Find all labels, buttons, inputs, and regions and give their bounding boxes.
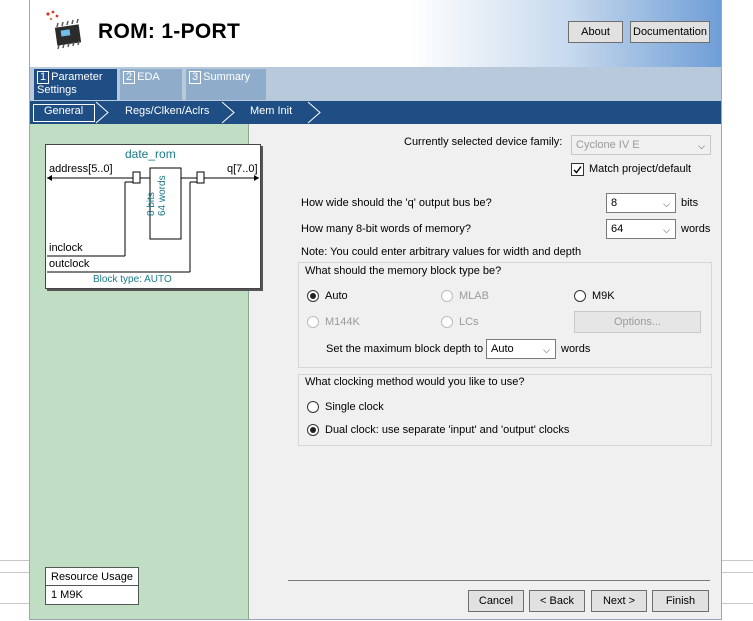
width-select[interactable]: 8 ⌵: [606, 193, 676, 213]
radio-lcs-label: LCs: [459, 316, 479, 328]
block-depth-unit: words: [561, 343, 591, 355]
chevron-down-icon: ⌵: [698, 141, 705, 151]
tab-strip: 1 Parameter Settings 2 EDA 3 Summary: [30, 67, 721, 101]
match-project-checkbox[interactable]: [571, 163, 584, 176]
about-button[interactable]: About: [568, 21, 623, 43]
radio-dual-clock[interactable]: [307, 424, 319, 436]
diagram-words: 64 words: [157, 175, 168, 216]
words-value: 64: [611, 223, 624, 235]
next-button[interactable]: Next >: [591, 590, 647, 612]
subtab-general[interactable]: General: [44, 105, 83, 117]
chevron-right-icon: [221, 101, 235, 124]
match-project-label: Match project/default: [589, 163, 692, 175]
radio-m144k-label: M144K: [325, 316, 360, 328]
documentation-button[interactable]: Documentation: [630, 21, 710, 43]
tab-eda[interactable]: 2 EDA: [120, 69, 182, 100]
rom-block-diagram: date_rom address[5..0] q[7..0] 8 bits 64…: [45, 144, 263, 291]
subtab-mem-init[interactable]: Mem Init: [250, 105, 292, 117]
width-unit: bits: [681, 197, 699, 209]
diagram-size-label: 8 bits 64 words: [146, 175, 168, 216]
diagram-q-port: q[7..0]: [227, 163, 258, 175]
resource-usage-box: Resource Usage 1 M9K: [45, 567, 139, 605]
tab-number: 1: [37, 71, 50, 84]
cancel-button[interactable]: Cancel: [468, 590, 524, 612]
tab-label: Summary: [203, 71, 251, 83]
radio-dual-clock-label: Dual clock: use separate 'input' and 'ou…: [325, 424, 570, 436]
tab-parameter-settings[interactable]: 1 Parameter Settings: [34, 69, 117, 100]
footer-divider: [288, 580, 710, 581]
radio-mlab-label: MLAB: [459, 290, 489, 302]
radio-m9k-label: M9K: [592, 290, 615, 302]
dialog-title: ROM: 1-PORT: [98, 20, 241, 43]
tab-number: 2: [123, 71, 136, 84]
chevron-right-icon: [307, 101, 321, 124]
diagram-bits: 8 bits: [146, 192, 157, 216]
diagram-outclock-port: outclock: [49, 258, 90, 270]
chevron-down-icon: ⌵: [663, 225, 670, 235]
width-value: 8: [611, 197, 618, 209]
radio-auto-label: Auto: [325, 290, 348, 302]
options-button[interactable]: Options...: [574, 311, 701, 333]
diagram-instance-name: date_rom: [125, 147, 176, 161]
words-label: How many 8-bit words of memory?: [301, 223, 471, 235]
finish-button[interactable]: Finish: [652, 590, 709, 612]
back-button[interactable]: < Back: [529, 590, 585, 612]
note-text: Note: You could enter arbitrary values f…: [301, 246, 582, 258]
words-unit: words: [681, 223, 711, 235]
radio-m144k[interactable]: [307, 316, 319, 328]
memory-block-legend: What should the memory block type be?: [305, 265, 502, 277]
megawizard-dialog: ROM: 1-PORT About Documentation 1 Paramet…: [29, 0, 722, 620]
diagram-address-port: address[5..0]: [49, 163, 113, 175]
tab-summary[interactable]: 3 Summary: [186, 69, 266, 100]
device-family-select[interactable]: Cyclone IV E ⌵: [571, 135, 711, 155]
resource-usage-title: Resource Usage: [46, 568, 138, 586]
radio-single-clock[interactable]: [307, 401, 319, 413]
resource-usage-value: 1 M9K: [51, 589, 83, 601]
clocking-legend: What clocking method would you like to u…: [305, 376, 525, 388]
chevron-right-icon: [95, 101, 109, 124]
diagram-inclock-port: inclock: [49, 242, 83, 254]
width-label: How wide should the 'q' output bus be?: [301, 197, 492, 209]
subtab-regs-clken-aclrs[interactable]: Regs/Clken/Aclrs: [125, 105, 209, 117]
block-depth-label: Set the maximum block depth to: [326, 343, 484, 355]
block-depth-select[interactable]: Auto ⌵: [486, 339, 556, 359]
checkmark-icon: [573, 166, 582, 174]
subtab-bar: General Regs/Clken/Aclrs Mem Init: [30, 101, 721, 124]
radio-mlab[interactable]: [441, 290, 453, 302]
radio-single-clock-label: Single clock: [325, 401, 384, 413]
chevron-down-icon: ⌵: [663, 199, 670, 209]
device-family-label: Currently selected device family:: [404, 136, 563, 148]
radio-auto[interactable]: [307, 290, 319, 302]
words-select[interactable]: 64 ⌵: [606, 219, 676, 239]
rom-chip-icon: [46, 10, 82, 50]
dialog-header: ROM: 1-PORT About Documentation: [30, 0, 721, 67]
chevron-down-icon: ⌵: [543, 345, 550, 355]
diagram-block-type: Block type: AUTO: [93, 274, 172, 285]
radio-lcs[interactable]: [441, 316, 453, 328]
radio-m9k[interactable]: [574, 290, 586, 302]
device-family-value: Cyclone IV E: [576, 139, 640, 151]
symbol-preview-pane: date_rom address[5..0] q[7..0] 8 bits 64…: [30, 124, 263, 619]
tab-label: EDA: [137, 71, 160, 83]
tab-number: 3: [189, 71, 202, 84]
block-depth-value: Auto: [491, 343, 514, 355]
